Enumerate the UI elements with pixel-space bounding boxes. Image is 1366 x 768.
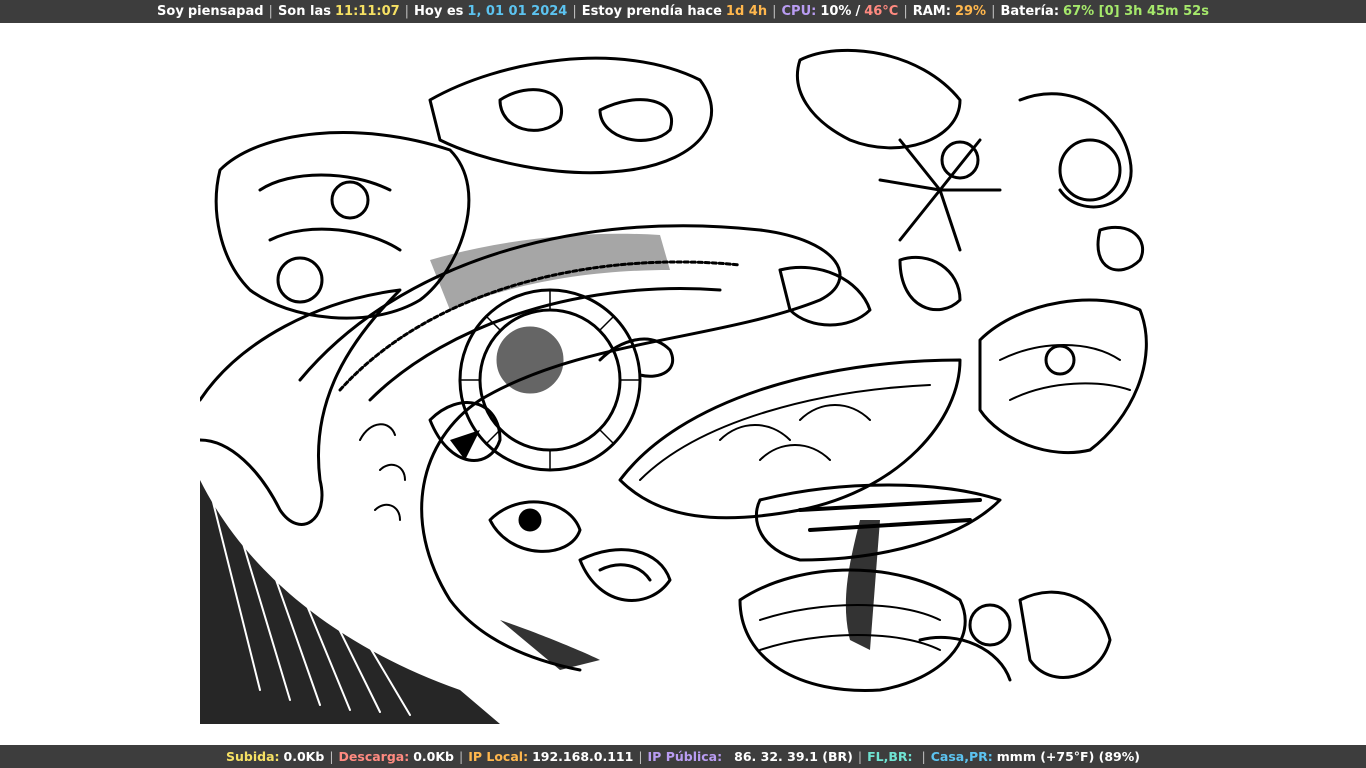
separator: |	[268, 4, 273, 19]
time-prefix: Son las	[277, 4, 331, 19]
battery-value: 67% [0] 3h 45m 52s	[1063, 4, 1209, 19]
download-value: 0.0Kb	[413, 749, 454, 764]
separator: |	[404, 4, 410, 19]
time-segment: Son las 11:11:07	[278, 4, 400, 19]
separator: |	[638, 749, 643, 764]
upload-value: 0.0Kb	[283, 749, 325, 764]
ram-label: RAM:	[912, 4, 951, 19]
local-ip-value: 192.168.0.111	[532, 749, 634, 764]
local-ip-segment: IP Local: 192.168.0.111	[468, 749, 633, 764]
local-ip-label: IP Local:	[468, 749, 529, 764]
public-ip-value: 86. 32. 39.1 (BR)	[734, 749, 853, 764]
bottom-status-bar: Subida: 0.0Kb | Descarga: 0.0Kb | IP Loc…	[0, 745, 1366, 768]
top-status-bar: Soy piensapad | Son las 11:11:07 | Hoy e…	[0, 0, 1366, 23]
battery-label: Batería:	[1000, 4, 1060, 19]
weather-pr-value: mmm (+75°F) (89%)	[996, 749, 1140, 764]
separator: |	[572, 4, 577, 19]
cpu-slash: /	[855, 4, 861, 19]
weather-pr-segment: Casa,PR: mmm (+75°F) (89%)	[931, 749, 1140, 764]
clock-time: 11:11:07	[334, 4, 400, 19]
ram-value: 29%	[954, 4, 987, 19]
weather-fl-label: FL,BR:	[867, 749, 913, 764]
cpu-temperature: 46°C	[864, 4, 899, 19]
uptime-prefix: Estoy prendía hace	[581, 4, 722, 19]
separator: |	[459, 749, 464, 764]
cpu-segment: CPU: 10% / 46°C	[782, 4, 899, 19]
user-segment: Soy piensapad	[157, 4, 264, 19]
public-ip-label: IP Pública:	[647, 749, 723, 764]
separator: |	[921, 749, 926, 764]
line-art-wallpaper-icon	[200, 48, 1148, 724]
upload-segment: Subida: 0.0Kb	[226, 749, 324, 764]
battery-segment: Batería: 67% [0] 3h 45m 52s	[1000, 4, 1208, 19]
download-label: Descarga:	[338, 749, 410, 764]
uptime-segment: Estoy prendía hace 1d 4h	[582, 4, 767, 19]
username: piensapad	[187, 4, 264, 19]
separator: |	[991, 4, 996, 19]
user-prefix: Soy	[157, 4, 184, 19]
separator: |	[329, 749, 334, 764]
download-segment: Descarga: 0.0Kb	[339, 749, 454, 764]
ram-segment: RAM: 29%	[913, 4, 986, 19]
desktop-wallpaper	[200, 40, 1166, 724]
cpu-label: CPU:	[781, 4, 817, 19]
separator: |	[772, 4, 777, 19]
public-ip-segment: IP Pública: 86. 32. 39.1 (BR)	[648, 749, 853, 764]
date-value: 1, 01 01 2024	[467, 4, 568, 19]
cpu-value: 10%	[820, 4, 852, 19]
weather-pr-label: Casa,PR:	[930, 749, 993, 764]
separator: |	[857, 749, 863, 764]
date-prefix: Hoy es	[414, 4, 464, 19]
date-segment: Hoy es 1, 01 01 2024	[414, 4, 567, 19]
separator: |	[903, 4, 908, 19]
weather-fl-segment: FL,BR:	[867, 749, 916, 764]
upload-label: Subida:	[226, 749, 280, 764]
uptime-value: 1d 4h	[725, 4, 768, 19]
